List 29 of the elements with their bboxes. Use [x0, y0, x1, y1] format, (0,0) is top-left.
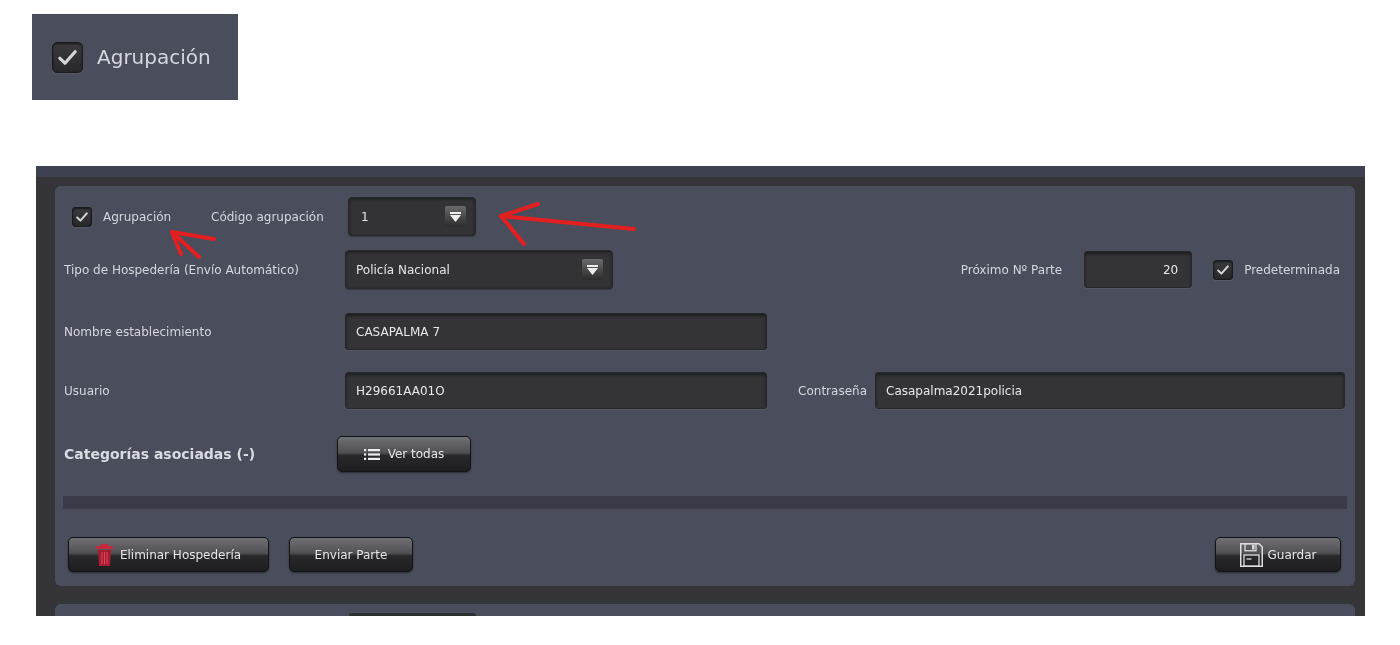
- field-label: Tipo de Hospedería (Envío Automático): [64, 262, 299, 277]
- delete-button[interactable]: Eliminar Hospedería: [68, 537, 269, 572]
- check-icon: [76, 211, 88, 222]
- checkbox-label: Predeterminada: [1244, 262, 1340, 277]
- dropdown[interactable]: 1: [348, 197, 476, 236]
- list-icon: [363, 448, 380, 460]
- dropdown[interactable]: Policía Nacional: [345, 250, 613, 289]
- check-icon: [1217, 264, 1230, 275]
- field-label: Próximo Nº Parte: [960, 262, 1063, 277]
- view-all-button[interactable]: Ver todas: [337, 436, 471, 472]
- field-label: Código agrupación: [211, 209, 324, 224]
- input-field[interactable]: CASAPALMA 7: [345, 313, 767, 350]
- check-icon: [58, 49, 77, 65]
- checkbox[interactable]: [1213, 259, 1234, 280]
- input-field[interactable]: [349, 613, 476, 616]
- checkbox[interactable]: [72, 206, 92, 227]
- field-label: Contraseña: [798, 383, 867, 398]
- checkbox-label: Agrupación: [103, 209, 172, 224]
- trash-icon: [95, 543, 113, 566]
- field-label: Usuario: [64, 383, 110, 398]
- field-label: Nombre establecimiento: [64, 324, 212, 339]
- section-heading: Categorías asociadas (-): [64, 445, 256, 463]
- checkbox-label: Agrupación: [97, 45, 211, 69]
- input-field[interactable]: H29661AA01O: [345, 372, 767, 409]
- input-field[interactable]: 20: [1084, 251, 1193, 288]
- send-button[interactable]: Enviar Parte: [289, 537, 413, 572]
- input-field[interactable]: Casapalma2021policia: [875, 372, 1345, 409]
- checkbox[interactable]: [52, 41, 83, 73]
- save-button[interactable]: Guardar: [1215, 537, 1341, 572]
